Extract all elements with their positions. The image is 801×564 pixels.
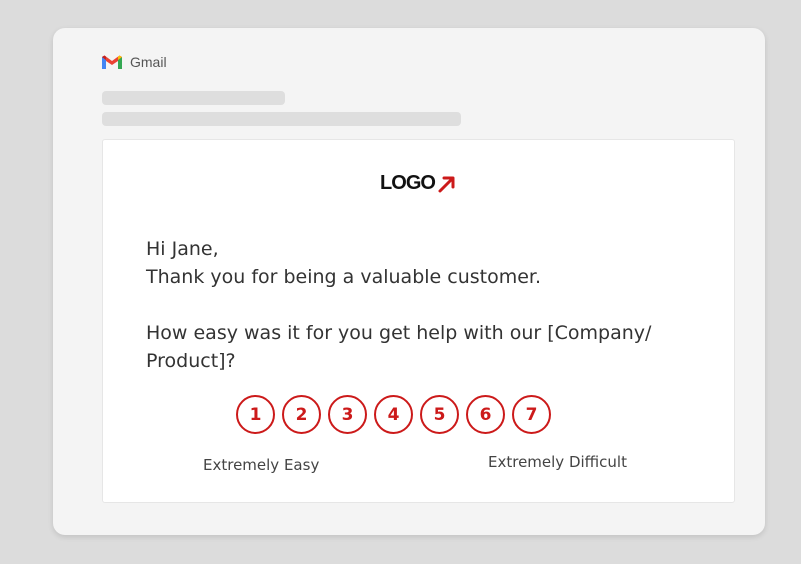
email-body: LOGO Hi Jane, Thank you for being a valu… (102, 139, 735, 503)
email-client-window: Gmail LOGO Hi Jane, Thank you for being … (53, 28, 765, 535)
rating-button-5[interactable]: 5 (420, 395, 459, 434)
gmail-header: Gmail (101, 53, 167, 71)
rating-scale: 1 2 3 4 5 6 7 (236, 395, 551, 434)
rating-button-6[interactable]: 6 (466, 395, 505, 434)
company-logo: LOGO (103, 172, 734, 195)
scale-low-label: Extremely Easy (203, 456, 320, 474)
gmail-label: Gmail (130, 54, 167, 70)
rating-button-2[interactable]: 2 (282, 395, 321, 434)
scale-high-label: Extremely Difficult (488, 453, 627, 471)
subject-placeholder (102, 91, 285, 105)
rating-button-4[interactable]: 4 (374, 395, 413, 434)
greeting: Hi Jane, Thank you for being a valuable … (146, 235, 541, 291)
rating-button-7[interactable]: 7 (512, 395, 551, 434)
logo-text: LOGO (380, 172, 436, 194)
thanks-line: Thank you for being a valuable customer. (146, 266, 542, 288)
rating-button-3[interactable]: 3 (328, 395, 367, 434)
gmail-icon (102, 55, 122, 69)
greeting-line: Hi Jane, (146, 238, 219, 260)
arrow-up-right-icon (438, 176, 455, 192)
survey-question: How easy was it for you get help with ou… (146, 322, 652, 372)
sender-placeholder (102, 112, 461, 126)
rating-button-1[interactable]: 1 (236, 395, 275, 434)
